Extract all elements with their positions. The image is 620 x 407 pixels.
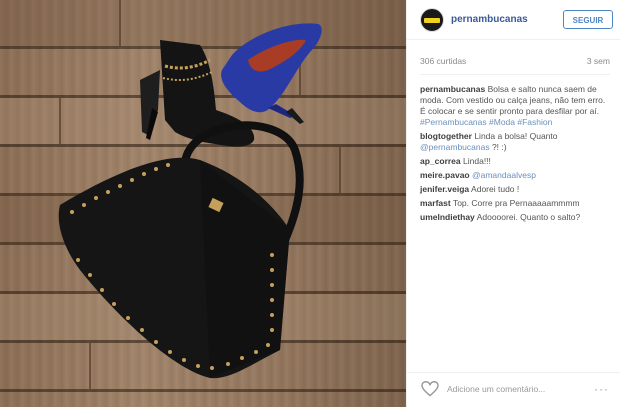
photo-illustration [0, 0, 406, 389]
comment-item: pernambucanas Bolsa e salto nunca saem d… [420, 84, 610, 128]
comment-username[interactable]: blogtogether [420, 131, 472, 141]
post-time[interactable]: 3 sem [587, 56, 610, 66]
follow-button[interactable]: SEGUIR [563, 10, 613, 29]
comment-link[interactable]: @pernambucanas [420, 142, 490, 152]
avatar[interactable] [420, 8, 444, 32]
add-comment-input[interactable]: Adicione um comentário... [447, 384, 545, 394]
comment-item: ap_correa Linda!!! [420, 156, 610, 167]
more-options-icon[interactable]: ··· [594, 382, 609, 396]
brand-logo-icon [424, 18, 440, 23]
comment-link[interactable]: #Fashion [517, 117, 552, 127]
heart-icon[interactable] [421, 381, 439, 397]
comment-username[interactable]: pernambucanas [420, 84, 485, 94]
instagram-post-view: pernambucanas SEGUIR 306 curtidas 3 sem … [0, 0, 620, 407]
comment-username[interactable]: jenifer.veiga [420, 184, 469, 194]
comment-item: umelndiethay Adoooorei. Quanto o salto? [420, 212, 610, 223]
comment-text: Top. Corre pra Pernaaaaammmm [452, 198, 580, 208]
comment-link[interactable]: @amandaalvesp [472, 170, 536, 180]
comment-username[interactable]: marfast [420, 198, 451, 208]
comment-username[interactable]: meire.pavao [420, 170, 470, 180]
comment-item: meire.pavao @amandaalvesp [420, 170, 610, 181]
comment-text: Adorei tudo ! [471, 184, 520, 194]
black-studded-handbag [58, 121, 304, 379]
post-header: pernambucanas SEGUIR [407, 0, 620, 40]
comments-list: pernambucanas Bolsa e salto nunca saem d… [420, 84, 610, 226]
comment-username[interactable]: ap_correa [420, 156, 461, 166]
comment-username[interactable]: umelndiethay [420, 212, 475, 222]
comment-text: Linda a bolsa! Quanto [474, 131, 558, 141]
comment-footer: Adicione um comentário... ··· [407, 372, 620, 407]
likes-count[interactable]: 306 curtidas [420, 56, 466, 66]
post-username[interactable]: pernambucanas [451, 14, 528, 25]
post-sidebar: pernambucanas SEGUIR 306 curtidas 3 sem … [406, 0, 620, 407]
comment-link[interactable]: #Moda [489, 117, 515, 127]
comment-item: blogtogether Linda a bolsa! Quanto @pern… [420, 131, 610, 153]
comment-text: Linda!!! [463, 156, 491, 166]
comment-item: marfast Top. Corre pra Pernaaaaammmm [420, 198, 610, 209]
comment-item: jenifer.veiga Adorei tudo ! [420, 184, 610, 195]
post-photo[interactable] [0, 0, 406, 407]
comment-text: ?! :) [489, 142, 507, 152]
comment-link[interactable]: #Pernambucanas [420, 117, 487, 127]
divider [420, 74, 610, 75]
comment-text: Adoooorei. Quanto o salto? [476, 212, 581, 222]
post-meta: 306 curtidas 3 sem [420, 56, 610, 70]
